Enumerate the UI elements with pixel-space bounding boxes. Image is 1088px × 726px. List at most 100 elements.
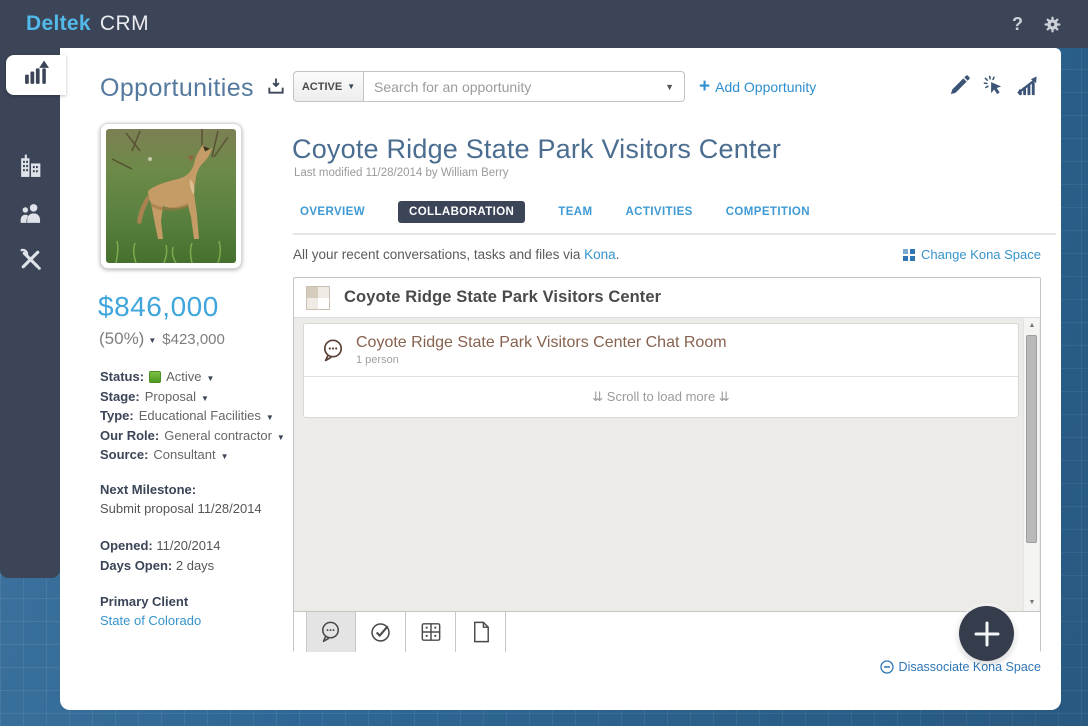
- opportunity-fields: Status: Active Stage: Proposal Type: Edu…: [100, 367, 285, 465]
- grid-icon: [903, 248, 916, 261]
- record-action-icons: [948, 74, 1039, 102]
- kona-tab-conversations[interactable]: [306, 612, 356, 652]
- scroll-to-load-more: ⇊ Scroll to load more ⇊: [592, 389, 730, 404]
- kona-intro-text: All your recent conversations, tasks and…: [293, 247, 619, 262]
- field-value-dropdown[interactable]: Active: [166, 369, 214, 384]
- primary-client-label: Primary Client: [100, 594, 189, 609]
- kona-scrollbar[interactable]: ▲ ▼: [1023, 318, 1039, 611]
- probability-value: (50%): [99, 329, 145, 348]
- page-title: Opportunities: [100, 74, 254, 102]
- kona-tab-tasks[interactable]: [356, 612, 406, 652]
- kona-space-header: Coyote Ridge State Park Visitors Center: [294, 278, 1040, 318]
- filter-dropdown[interactable]: ACTIVE ▼: [293, 71, 363, 102]
- primary-client-link[interactable]: State of Colorado: [100, 613, 201, 628]
- primary-client-block: Primary Client State of Colorado: [100, 594, 201, 628]
- chat-room-item[interactable]: Coyote Ridge State Park Visitors Center …: [304, 324, 1018, 377]
- opened-label: Opened:: [100, 538, 153, 553]
- tools-icon: [17, 246, 44, 278]
- disassociate-kona-space-button[interactable]: Disassociate Kona Space: [879, 660, 1041, 674]
- sidebar-item-tools[interactable]: [0, 242, 60, 282]
- chat-bubble-icon: [323, 338, 343, 361]
- field-value-dropdown[interactable]: Consultant: [153, 447, 228, 462]
- field-label: Source:: [100, 447, 149, 463]
- field-source: Source: Consultant: [100, 445, 285, 465]
- calendar-icon: [421, 623, 440, 641]
- people-icon: [17, 199, 44, 231]
- plus-icon: [974, 621, 999, 646]
- chat-room-members: 1 person: [356, 354, 399, 366]
- plus-icon: +: [699, 75, 711, 97]
- weighted-amount: $423,000: [162, 330, 225, 348]
- opened-block: Opened: 11/20/2014 Days Open: 2 days: [100, 538, 220, 573]
- probability-row: (50%) ▼ $423,000: [99, 329, 225, 349]
- product-name: CRM: [99, 12, 150, 35]
- field-value-dropdown[interactable]: Educational Facilities: [139, 408, 274, 423]
- change-kona-space-button[interactable]: Change Kona Space: [903, 247, 1041, 262]
- export-download-icon[interactable]: [266, 74, 286, 103]
- buildings-icon: [17, 152, 44, 184]
- filter-caret-icon: ▼: [347, 82, 356, 91]
- pipeline-chart-icon[interactable]: [1016, 74, 1039, 102]
- edit-pencil-icon[interactable]: [948, 74, 971, 102]
- field-value-dropdown[interactable]: Proposal: [145, 389, 209, 404]
- page-title-row: Opportunities: [100, 74, 286, 103]
- field-value-dropdown[interactable]: General contractor: [164, 428, 285, 443]
- add-opportunity-button[interactable]: + Add Opportunity: [699, 71, 816, 102]
- scrollbar-up-icon[interactable]: ▲: [1024, 319, 1040, 333]
- kona-tab-calendar[interactable]: [406, 612, 456, 652]
- deltek-crm-app: { "colors": { "topbar_bg": "#3b4557", "b…: [0, 0, 1088, 726]
- search-dropdown-icon[interactable]: ▼: [665, 82, 674, 92]
- brand-logo: Deltek: [26, 12, 91, 35]
- days-open-label: Days Open:: [100, 558, 173, 573]
- add-opportunity-label: Add Opportunity: [715, 78, 817, 95]
- tab-overview[interactable]: OVERVIEW: [300, 206, 365, 218]
- quick-action-cursor-icon[interactable]: [982, 74, 1005, 102]
- chat-room-title: Coyote Ridge State Park Visitors Center …: [356, 334, 727, 351]
- kona-conversations-area: Coyote Ridge State Park Visitors Center …: [294, 318, 1040, 611]
- kona-intro-suffix: .: [615, 247, 620, 262]
- field-stage: Stage: Proposal: [100, 387, 285, 407]
- probability-dropdown-icon[interactable]: ▼: [148, 336, 156, 345]
- tab-activities[interactable]: ACTIVITIES: [625, 206, 692, 218]
- disassociate-label: Disassociate Kona Space: [898, 660, 1041, 674]
- sidebar-item-contacts[interactable]: [0, 195, 60, 235]
- bar-chart-arrow-icon: [23, 59, 50, 91]
- field-label: Status:: [100, 369, 145, 385]
- field-label: Our Role:: [100, 427, 160, 443]
- kona-link[interactable]: Kona: [584, 247, 616, 262]
- add-kona-item-button[interactable]: [959, 606, 1014, 661]
- kona-tab-files[interactable]: [456, 612, 506, 652]
- sidebar-item-opportunities[interactable]: [6, 55, 66, 95]
- field-label: Stage:: [100, 388, 140, 404]
- left-nav-sidebar: [0, 48, 66, 578]
- scrollbar-down-icon[interactable]: ▼: [1024, 596, 1040, 610]
- scrollbar-thumb[interactable]: [1026, 335, 1037, 543]
- next-milestone-label: Next Milestone:: [100, 482, 197, 497]
- task-check-icon: [370, 623, 390, 642]
- settings-gear-icon[interactable]: [1043, 15, 1062, 34]
- field-status: Status: Active: [100, 367, 285, 387]
- record-last-modified: Last modified 11/28/2014 by William Berr…: [294, 167, 509, 179]
- document-icon: [473, 621, 489, 643]
- minus-circle-icon: [879, 660, 894, 674]
- opportunity-photo: [100, 123, 242, 269]
- search-input[interactable]: [363, 71, 685, 102]
- chat-bubble-icon: [322, 621, 339, 643]
- record-title: Coyote Ridge State Park Visitors Center: [292, 134, 782, 164]
- record-tabs: OVERVIEW COLLABORATION TEAM ACTIVITIES C…: [300, 201, 810, 223]
- tab-collaboration[interactable]: COLLABORATION: [397, 201, 526, 223]
- opportunity-search-row: ACTIVE ▼ ▼ + Add Opportunity: [293, 71, 816, 102]
- days-open-value: 2 days: [175, 558, 215, 573]
- field-label: Type:: [100, 408, 134, 424]
- filter-label: ACTIVE: [301, 80, 343, 93]
- status-green-icon: [149, 370, 162, 383]
- kona-space-icon: [306, 285, 330, 310]
- help-icon[interactable]: ?: [1012, 14, 1023, 35]
- coyote-image: [106, 129, 236, 263]
- tab-competition[interactable]: COMPETITION: [726, 206, 810, 218]
- tab-team[interactable]: TEAM: [558, 206, 592, 218]
- change-kona-space-label: Change Kona Space: [921, 247, 1041, 262]
- sidebar-item-firms[interactable]: [0, 148, 60, 188]
- field-type: Type: Educational Facilities: [100, 406, 285, 426]
- kona-toolbar: [294, 606, 1040, 661]
